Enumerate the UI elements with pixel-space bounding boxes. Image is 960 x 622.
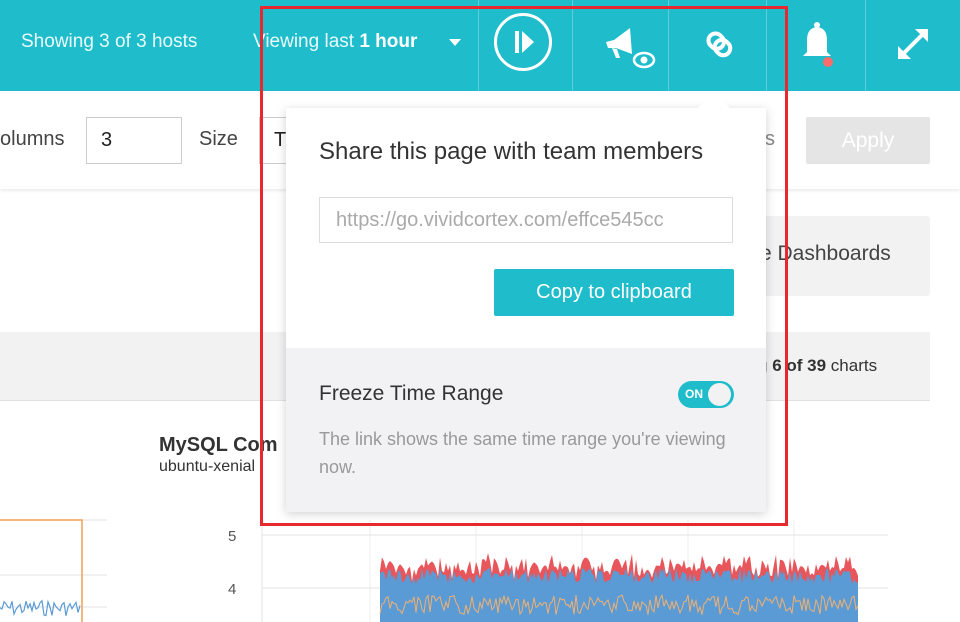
play-icon [515,31,534,53]
columns-input[interactable]: 3 [86,117,182,164]
columns-label: olumns [0,128,65,150]
divider [668,0,669,91]
toggle-knob[interactable] [708,383,731,406]
divider [865,0,866,91]
notification-badge [823,57,833,67]
y-tick-label: 5 [228,528,236,545]
freeze-time-description: The link shows the same time range you'r… [319,429,726,477]
charts-count: g 6 of 39 charts [758,356,877,376]
y-tick-label: 4 [228,581,236,598]
bell-icon [803,22,831,56]
toolbar-partial-text: s [765,128,775,150]
link-icon [706,31,733,58]
freeze-time-range-label: Freeze Time Range [319,382,504,405]
share-url-field[interactable] [319,197,733,243]
toggle-state-label: ON [685,387,703,401]
share-popover-title: Share this page with team members [319,138,704,165]
copy-to-clipboard-button[interactable]: Copy to clipboard [494,269,734,316]
time-range-selector[interactable]: Viewing last 1 hour [253,31,417,53]
play-button[interactable] [494,13,552,71]
chart-subtitle: ubuntu-xenial [159,458,256,475]
chevron-down-icon[interactable] [449,39,461,46]
expand-icon [898,29,928,59]
share-link-button[interactable] [690,16,750,72]
time-range-prefix: Viewing last [253,31,355,52]
charts-count-value: 6 of 39 [772,356,827,375]
divider [572,0,573,91]
popover-arrow [698,92,730,108]
dashboards-label: e Dashboards [760,242,891,265]
charts-count-suffix: charts [830,356,878,375]
fullscreen-button[interactable] [885,16,945,72]
megaphone-eye-icon [606,28,656,69]
divider [766,0,767,91]
size-label: Size [199,128,238,150]
notifications-button[interactable] [787,16,847,72]
divider [478,0,479,91]
time-range-value: 1 hour [359,31,418,52]
announcements-button[interactable] [600,16,660,72]
charts-area: 5 4 [0,519,888,622]
hosts-count[interactable]: Showing 3 of 3 hosts [21,31,197,53]
chart-title: MySQL Com [159,434,278,456]
apply-button[interactable]: Apply [806,117,930,164]
series-line-blue [0,599,81,617]
